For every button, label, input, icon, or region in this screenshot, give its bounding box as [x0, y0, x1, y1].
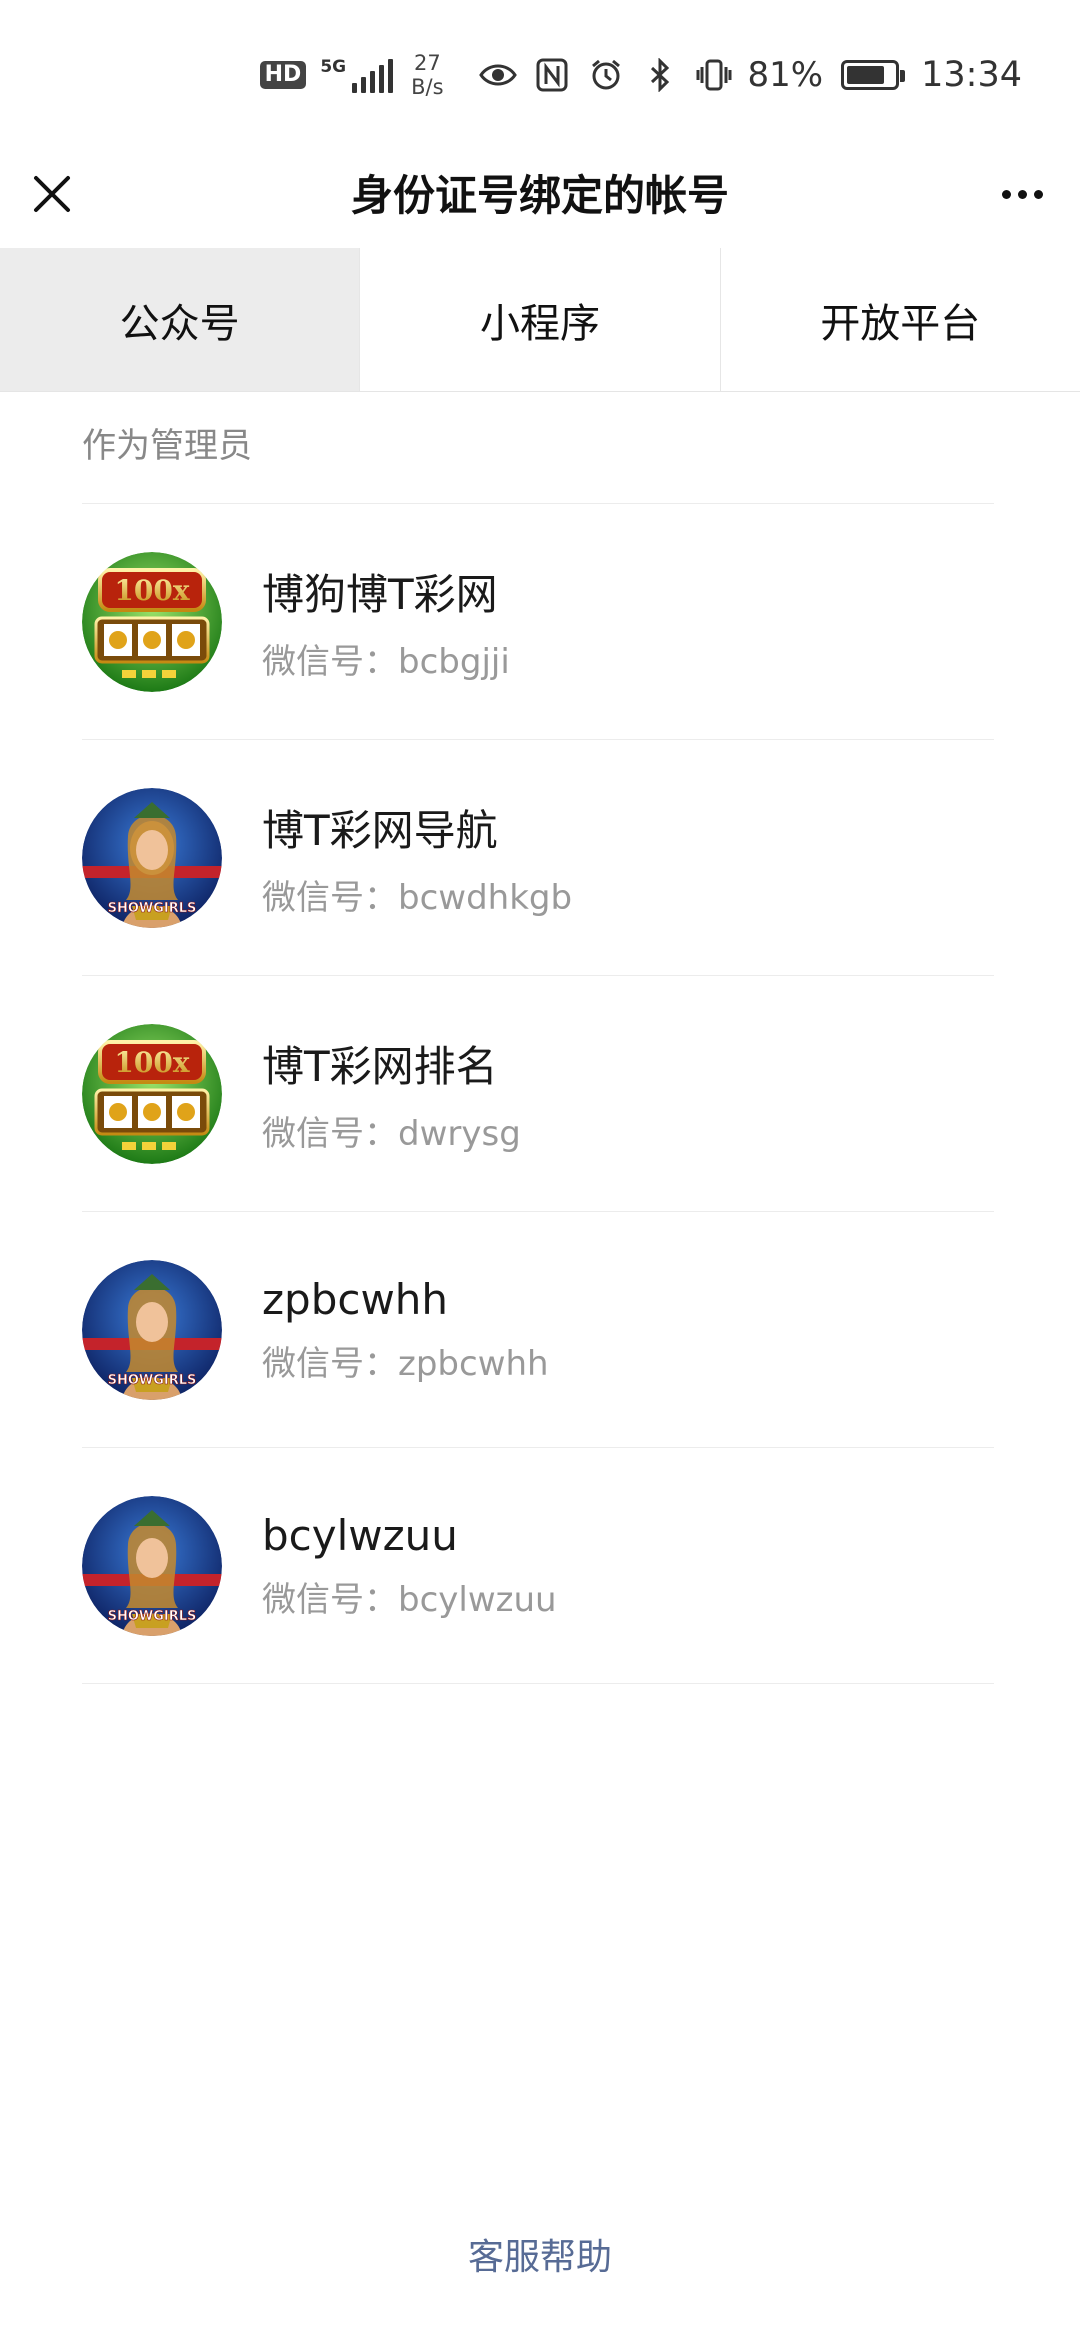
account-name: zpbcwhh: [262, 1274, 449, 1324]
svg-text:100x: 100x: [114, 1046, 189, 1079]
clock: 13:34: [921, 55, 1022, 95]
section-header: 作为管理员: [82, 426, 252, 466]
wechat-id-label: 微信号：: [262, 641, 398, 682]
status-bar: HD 5G 27 B/s 81% 13:34: [0, 0, 1080, 150]
list-item[interactable]: SHOWGIRLS zpbcwhh 微信号：zpbcwhh: [82, 1212, 994, 1448]
tab-mini-programs[interactable]: 小程序: [360, 248, 721, 391]
account-wechat-id: 微信号：bcbgjji: [262, 634, 510, 683]
showgirls-avatar: SHOWGIRLS: [82, 1495, 222, 1636]
list-item[interactable]: SHOWGIRLS bcylwzuu 微信号：bcylwzuu: [82, 1448, 994, 1684]
account-name: 博T彩网导航: [262, 805, 498, 855]
account-name: 博狗博T彩网: [262, 569, 498, 619]
wechat-id-value: bcylwzuu: [398, 1579, 557, 1620]
svg-text:100x: 100x: [114, 574, 189, 607]
list-item[interactable]: SHOWGIRLS 博T彩网导航 微信号：bcwdhkgb: [82, 740, 994, 976]
wechat-id-value: bcbgjji: [398, 641, 510, 682]
tab-open-platform[interactable]: 开放平台: [721, 248, 1080, 391]
slot-machine-avatar: 100x: [82, 551, 222, 692]
account-wechat-id: 微信号：bcylwzuu: [262, 1572, 557, 1621]
page-title: 身份证号绑定的帐号: [350, 171, 729, 220]
eye-icon: [478, 55, 518, 95]
wechat-id-label: 微信号：: [262, 877, 398, 918]
wechat-id-value: bcwdhkgb: [398, 877, 573, 918]
account-wechat-id: 微信号：bcwdhkgb: [262, 870, 572, 919]
battery-icon: [841, 60, 906, 90]
vibrate-icon: [694, 55, 734, 95]
list-item[interactable]: 100x 博狗博T彩网 微信号：bcbgjji: [82, 504, 994, 740]
wechat-id-value: dwrysg: [398, 1113, 521, 1154]
showgirls-avatar: SHOWGIRLS: [82, 787, 222, 928]
account-name: bcylwzuu: [262, 1510, 458, 1560]
tab-bar: 公众号 小程序 开放平台: [0, 248, 1080, 392]
cell-signal-icon: 5G: [320, 57, 394, 93]
svg-text:SHOWGIRLS: SHOWGIRLS: [108, 901, 197, 916]
account-wechat-id: 微信号：dwrysg: [262, 1106, 521, 1155]
nfc-icon: [532, 55, 572, 95]
slot-machine-avatar: 100x: [82, 1023, 222, 1164]
alarm-icon: [586, 55, 626, 95]
list-item[interactable]: 100x 博T彩网排名 微信号：dwrysg: [82, 976, 994, 1212]
wechat-id-label: 微信号：: [262, 1579, 398, 1620]
network-type: 5G: [320, 57, 347, 77]
account-list: 100x 博狗博T彩网 微信号：bcbgjji SHOWGIRLS 博T彩网导航…: [82, 504, 994, 1684]
wechat-id-label: 微信号：: [262, 1113, 398, 1154]
nav-bar: 身份证号绑定的帐号: [0, 150, 1080, 250]
showgirls-avatar: SHOWGIRLS: [82, 1259, 222, 1400]
customer-service-help-link[interactable]: 客服帮助: [0, 2228, 1080, 2280]
svg-text:SHOWGIRLS: SHOWGIRLS: [108, 1373, 197, 1388]
account-wechat-id: 微信号：zpbcwhh: [262, 1336, 549, 1385]
network-speed: 27 B/s: [411, 51, 443, 99]
tab-official-accounts[interactable]: 公众号: [0, 248, 361, 391]
network-speed-unit: B/s: [411, 75, 444, 99]
wechat-id-label: 微信号：: [262, 1343, 398, 1384]
network-speed-value: 27: [413, 50, 441, 75]
hd-badge: HD: [259, 61, 307, 89]
more-icon[interactable]: [992, 170, 1052, 218]
svg-text:SHOWGIRLS: SHOWGIRLS: [108, 1609, 197, 1624]
account-name: 博T彩网排名: [262, 1041, 498, 1091]
battery-percent: 81%: [747, 55, 824, 95]
bluetooth-icon: [640, 55, 680, 95]
screen: HD 5G 27 B/s 81% 13:34 身份证号绑定的帐号 公众号 小程序…: [0, 0, 1080, 2340]
wechat-id-value: zpbcwhh: [398, 1343, 549, 1384]
